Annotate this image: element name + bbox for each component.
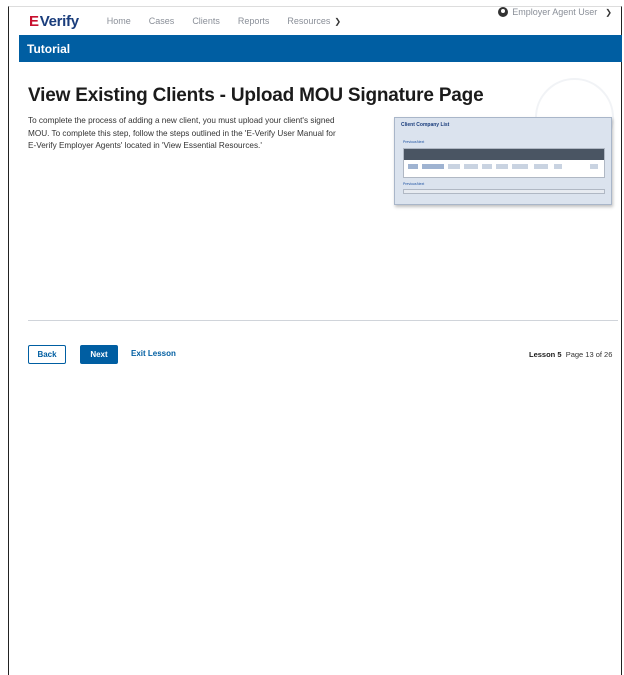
nav-cases[interactable]: Cases — [149, 16, 175, 26]
thumbnail-table — [403, 148, 605, 178]
nav-resources-label: Resources — [287, 16, 331, 26]
page-indicator: Page 13 of 26 — [565, 350, 613, 359]
divider — [28, 320, 618, 321]
exit-lesson-link[interactable]: Exit Lesson — [131, 349, 176, 358]
thumbnail-previous-link: Previous — [403, 140, 417, 144]
nav-clients[interactable]: Clients — [192, 16, 220, 26]
nav-resources[interactable]: Resources ❯ — [287, 16, 341, 26]
logo-text: Verify — [39, 12, 79, 30]
banner-title: Tutorial — [27, 41, 71, 56]
chevron-down-icon: ❯ — [334, 17, 342, 26]
nav-reports[interactable]: Reports — [238, 16, 270, 26]
instruction-text: To complete the process of adding a new … — [28, 115, 368, 153]
thumbnail-previous-link: Previous — [403, 182, 417, 186]
lesson-progress: Lesson 5 Page 13 of 26 — [529, 350, 612, 359]
thumbnail-table-cell — [590, 164, 598, 169]
user-label: Employer Agent User — [512, 7, 598, 17]
next-button[interactable]: Next — [80, 345, 118, 364]
thumbnail-table-cell — [512, 164, 528, 169]
thumbnail-next-link: Next — [417, 182, 425, 186]
instruction-line: MOU. To complete this step, follow the s… — [28, 128, 336, 138]
back-button[interactable]: Back — [28, 345, 66, 364]
nav-home[interactable]: Home — [107, 16, 131, 26]
thumbnail-table-header — [404, 149, 604, 160]
thumbnail-table-cell — [448, 164, 460, 169]
chevron-down-icon: ❯ — [605, 7, 612, 17]
user-menu[interactable]: Employer Agent User ❯ — [498, 7, 612, 17]
thumbnail-table-cell — [408, 164, 418, 169]
thumbnail-next-link: Next — [417, 140, 425, 144]
thumbnail-table-cell — [554, 164, 562, 169]
thumbnail-table-cell — [482, 164, 492, 169]
page-title: View Existing Clients - Upload MOU Signa… — [28, 85, 484, 106]
thumbnail-table-cell — [422, 164, 444, 169]
lesson-number: Lesson 5 — [529, 350, 562, 359]
thumbnail-table-cell — [534, 164, 548, 169]
everify-logo[interactable]: E Verify — [29, 13, 79, 30]
client-company-list-screenshot: Client Company List Previous Next Previo… — [394, 117, 612, 205]
logo-mark: E — [29, 12, 39, 30]
thumbnail-table-cell — [496, 164, 508, 169]
thumbnail-table-cell — [464, 164, 478, 169]
tutorial-banner: Tutorial — [19, 35, 622, 62]
thumbnail-scrollbar — [403, 189, 605, 194]
instruction-line: E-Verify Employer Agents' located in 'Vi… — [28, 141, 262, 150]
instruction-line: To complete the process of adding a new … — [28, 116, 335, 125]
main-nav: Home Cases Clients Reports Resources ❯ — [107, 16, 341, 26]
user-icon — [498, 7, 509, 17]
thumbnail-title: Client Company List — [401, 122, 450, 128]
